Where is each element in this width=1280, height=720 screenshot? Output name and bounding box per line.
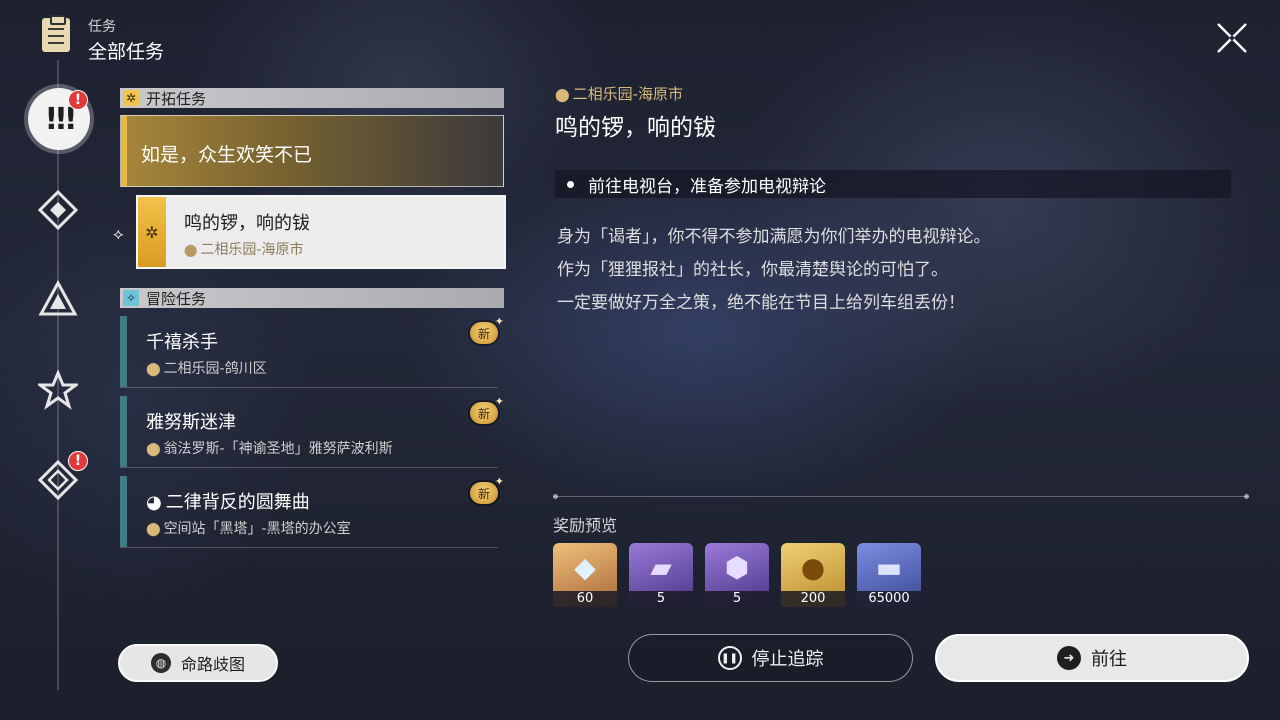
quest-title: 二律背反的圆舞曲 (165, 492, 310, 513)
stop-tracking-button[interactable]: ❚❚ 停止追踪 (628, 634, 913, 682)
quest-title: 鸣的锣，响的钹 (184, 213, 310, 234)
divider (553, 494, 1249, 499)
new-badge: 新 (470, 475, 504, 504)
purple-potion-icon: ⬢ (724, 550, 750, 584)
notification-badge: ! (68, 90, 88, 110)
objective-row: 前往电视台，准备参加电视辩论 (555, 170, 1231, 198)
notification-badge: ! (68, 451, 88, 471)
header-subtitle: 任务 (88, 19, 116, 35)
new-badge: 新 (470, 395, 504, 424)
location-pin-icon: ⬤ (146, 522, 161, 537)
objective-text: 前往电视台，准备参加电视辩论 (588, 176, 826, 197)
quest-list-item[interactable]: 千禧杀手 ⬤ 二相乐园-鸽川区 新 (120, 315, 504, 388)
adventure-section-icon: ✧ (123, 290, 139, 306)
triangle-icon (38, 280, 78, 316)
rewards-label: 奖励预览 (553, 516, 618, 535)
arrow-right-icon: ➜ (1057, 646, 1081, 670)
reward-count: 5 (629, 591, 693, 607)
reward-item[interactable]: ▬ 65000 (857, 543, 921, 607)
reward-item[interactable]: ● 200 (781, 543, 845, 607)
main-quest-item[interactable]: 如是，众生欢笑不已 (120, 115, 504, 187)
reward-item[interactable]: ⬢ 5 (705, 543, 769, 607)
stop-tracking-label: 停止追踪 (751, 649, 824, 670)
go-label: 前往 (1091, 649, 1127, 670)
path-map-label: 命路歧图 (180, 655, 245, 674)
star-icon (38, 370, 78, 410)
sidebar-tab-companion[interactable] (28, 270, 88, 330)
trailblaze-section-icon: ✲ (123, 90, 139, 106)
quest-title: 千禧杀手 (146, 332, 218, 353)
quest-log-icon (42, 15, 70, 52)
crystal-icon: ◆ (574, 550, 596, 584)
exclamation-icon: !!! (44, 101, 77, 137)
location-pin-icon: ⬤ (146, 362, 161, 377)
close-button[interactable] (1214, 20, 1250, 56)
reward-item[interactable]: ◆ 60 (553, 543, 617, 607)
blue-ticket-icon: ▬ (875, 550, 903, 584)
description-line: 身为「谒者」，你不得不参加满愿为你们举办的电视辩论。 (557, 227, 991, 247)
bullet-icon (567, 180, 574, 188)
trailblaze-diamond-icon (38, 190, 78, 230)
go-button[interactable]: ➜ 前往 (935, 634, 1249, 682)
detail-title: 鸣的锣，响的钹 (555, 115, 716, 141)
quest-location: 二相乐园-鸽川区 (163, 361, 267, 377)
quest-location: 翁法罗斯-「神谕圣地」雅努萨波利斯 (163, 441, 393, 457)
selected-quest-item[interactable]: ✲ 鸣的锣，响的钹 ⬤ 二相乐园-海原市 (136, 195, 506, 269)
location-pin-icon: ⬤ (146, 442, 161, 457)
location-pin-icon: ⬤ (555, 88, 570, 103)
sidebar-tab-adventure[interactable] (28, 360, 88, 420)
reward-count: 5 (705, 591, 769, 607)
new-badge: 新 (470, 315, 504, 344)
quest-location: 二相乐园-海原市 (200, 242, 304, 258)
location-pin-icon: ⬤ (184, 243, 198, 257)
description-line: 作为「狸狸报社」的社长，你最清楚舆论的可怕了。 (557, 260, 948, 280)
planet-icon: ◍ (150, 653, 171, 673)
path-map-button[interactable]: ◍ 命路歧图 (118, 644, 278, 682)
page-title: 全部任务 (88, 41, 165, 63)
credit-coin-icon: ● (800, 550, 826, 584)
quest-title: 雅努斯迷津 (146, 412, 236, 433)
pause-icon: ❚❚ (717, 646, 742, 670)
detail-description: 身为「谒者」，你不得不参加满愿为你们举办的电视辩论。 作为「狸狸报社」的社长，你… (557, 221, 991, 320)
selected-indicator-icon: ⟡ (113, 224, 124, 243)
trailblaze-quest-icon: ✲ (138, 197, 166, 267)
sidebar-tab-trailblaze[interactable] (28, 180, 88, 240)
description-line: 一定要做好万全之策，绝不能在节目上给列车组丢份！ (557, 293, 965, 313)
reward-count: 65000 (857, 591, 921, 607)
quest-list-item[interactable]: ◕ 二律背反的圆舞曲 ⬤ 空间站「黑塔」-黑塔的办公室 新 (120, 475, 504, 548)
reward-count: 200 (781, 591, 845, 607)
quest-location: 空间站「黑塔」-黑塔的办公室 (163, 521, 351, 537)
detail-location: ⬤ 二相乐园-海原市 (555, 85, 683, 103)
purple-book-icon: ▰ (650, 550, 672, 584)
section-header-adventure: ✧ 冒险任务 (120, 288, 504, 308)
section-header-trailblaze: ✲ 开拓任务 (120, 88, 504, 108)
mission-type-icon: ◕ (146, 492, 162, 513)
reward-item[interactable]: ▰ 5 (629, 543, 693, 607)
main-quest-title: 如是，众生欢笑不已 (141, 144, 313, 166)
quest-list-item[interactable]: 雅努斯迷津 ⬤ 翁法罗斯-「神谕圣地」雅努萨波利斯 新 (120, 395, 504, 468)
reward-count: 60 (553, 591, 617, 607)
close-icon (1217, 23, 1247, 53)
